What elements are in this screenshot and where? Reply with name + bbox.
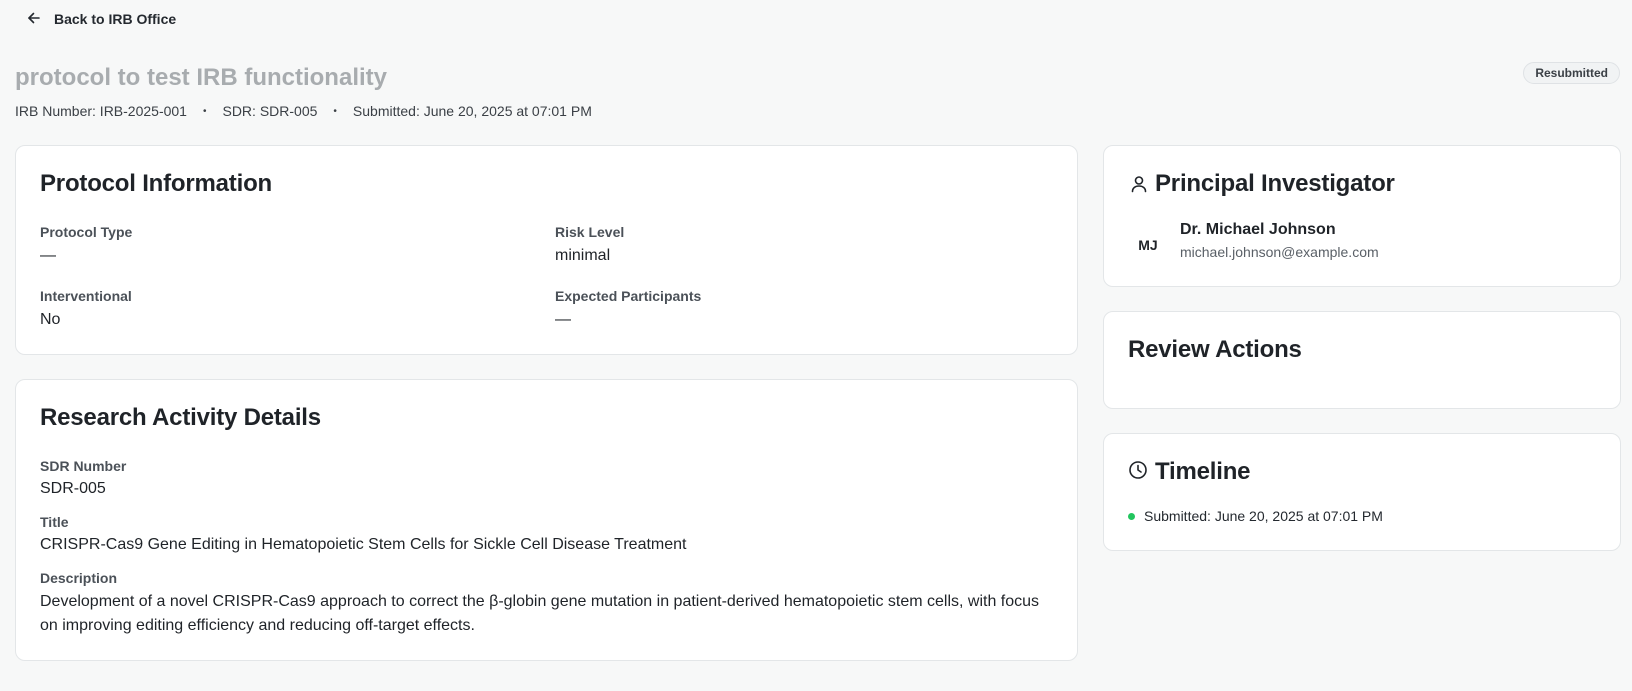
arrow-left-icon [26,10,42,29]
principal-investigator-card: Principal Investigator MJ Dr. Michael Jo… [1103,145,1621,287]
meta-separator: • [333,105,337,117]
protocol-information-card: Protocol Information Protocol Type — Ris… [15,145,1078,355]
expected-participants-label: Expected Participants [555,288,702,304]
timeline-title: Timeline [1155,458,1251,485]
research-activity-title: Research Activity Details [40,404,321,431]
protocol-type-value: — [40,247,56,264]
description-label: Description [40,570,118,586]
status-dot [1128,512,1135,520]
user-icon [1130,175,1148,198]
back-link-label: Back to IRB Office [54,11,177,27]
interventional-label: Interventional [40,288,132,304]
protocol-meta: IRB Number: IRB-2025-001 • SDR: SDR-005 … [15,101,592,121]
pi-email: michael.johnson@example.com [1180,244,1379,260]
description-value: Development of a novel CRISPR-Cas9 appro… [40,593,1040,634]
avatar: MJ [1138,237,1158,253]
review-actions-card: Review Actions [1103,311,1621,409]
meta-separator: • [202,105,207,117]
principal-investigator-title: Principal Investigator [1155,170,1395,197]
irb-number: IRB Number: IRB-2025-001 [15,103,187,119]
expected-participants-value: — [555,311,571,328]
pi-name: Dr. Michael Johnson [1180,221,1336,238]
research-activity-details-card: Research Activity Details SDR Number SDR… [15,379,1078,661]
sdr-number-value: SDR-005 [40,480,106,497]
sdr-reference: SDR: SDR-005 [222,103,318,119]
clock-icon [1128,460,1148,485]
protocol-type-label: Protocol Type [40,224,133,240]
sdr-number-label: SDR Number [40,458,127,474]
submitted-date: Submitted: June 20, 2025 at 07:01 PM [352,103,592,119]
review-actions-title: Review Actions [1128,336,1302,363]
interventional-value: No [40,311,61,328]
activity-title-label: Title [40,514,69,530]
page-title: protocol to test IRB functionality [15,64,387,91]
timeline-item: Submitted: June 20, 2025 at 07:01 PM [1128,507,1383,525]
risk-level-label: Risk Level [555,224,625,240]
timeline-card: Timeline Submitted: June 20, 2025 at 07:… [1103,433,1621,551]
status-badge: Resubmitted [1523,62,1620,84]
risk-level-value: minimal [555,247,611,264]
protocol-information-title: Protocol Information [40,170,272,197]
back-to-irb-office-link[interactable]: Back to IRB Office [26,9,176,29]
timeline-item-label: Submitted: June 20, 2025 at 07:01 PM [1144,508,1383,524]
activity-title-value: CRISPR-Cas9 Gene Editing in Hematopoieti… [40,536,687,553]
